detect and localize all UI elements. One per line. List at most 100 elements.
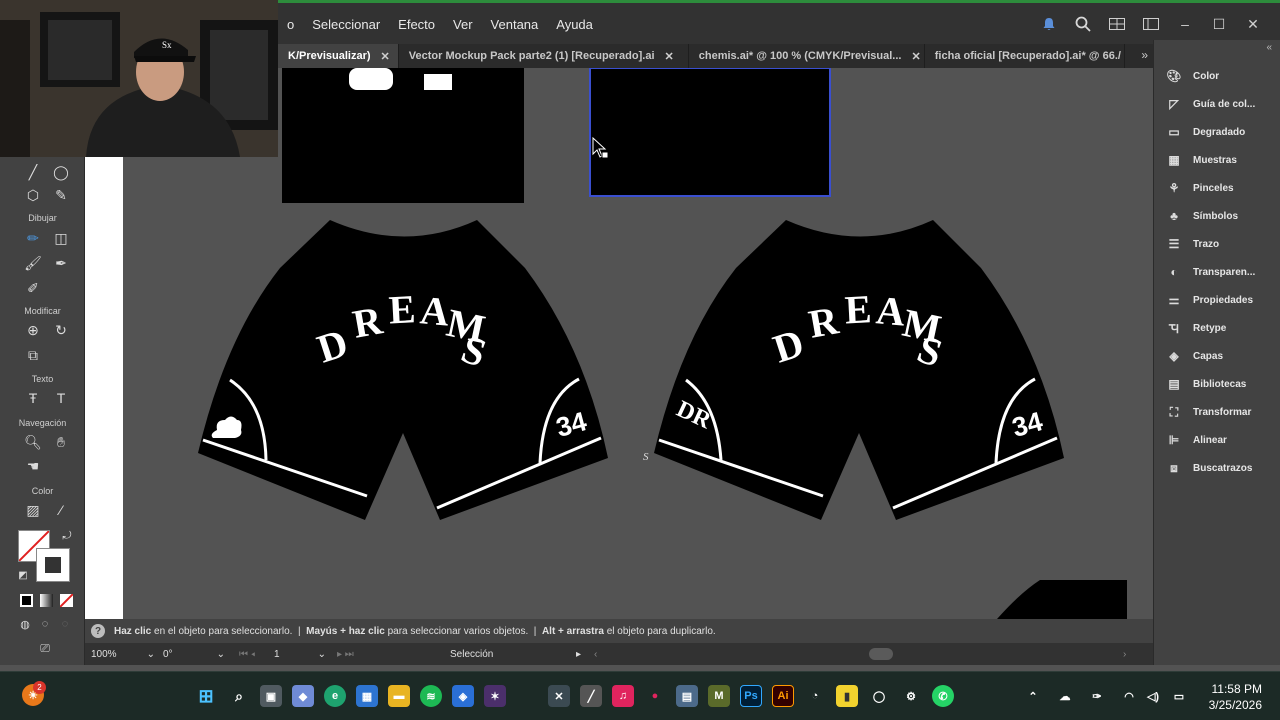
arrange-documents-icon[interactable] — [1104, 13, 1130, 35]
free-transform-icon[interactable]: ⧉ — [22, 344, 44, 366]
eyedropper-icon[interactable]: ⁄ — [50, 499, 72, 521]
workspace-icon[interactable] — [1138, 13, 1164, 35]
edge-icon[interactable]: e — [324, 685, 346, 707]
first-artboard-icon[interactable]: ⏮ ◂ — [239, 647, 255, 661]
zoom-tool-icon[interactable]: 🔍︎ — [22, 431, 44, 453]
app-icon[interactable]: M — [708, 685, 730, 707]
notification-bell-icon[interactable] — [1036, 13, 1062, 35]
swap-fill-stroke-icon[interactable]: ⤾ — [56, 525, 78, 547]
app-icon[interactable]: ✶ — [484, 685, 506, 707]
search-taskbar-icon[interactable]: ⌕ — [228, 685, 250, 707]
menu-window[interactable]: Ventana — [482, 17, 548, 32]
copilot-icon[interactable]: ◆ — [292, 685, 314, 707]
polygon-tool-icon[interactable]: ⬡ — [22, 184, 44, 206]
more-tabs-icon[interactable]: » — [1141, 48, 1148, 62]
store-icon[interactable]: ▦ — [356, 685, 378, 707]
draw-normal-icon[interactable]: ◍ — [14, 613, 36, 635]
panel-libraries[interactable]: ▤ Bibliotecas — [1164, 374, 1246, 394]
artboard-dropdown[interactable]: 1 ⌄ — [274, 647, 326, 661]
draw-behind-icon[interactable]: ◌ — [34, 613, 56, 635]
scroll-right-icon[interactable]: › — [1123, 647, 1126, 661]
battery-icon[interactable]: ▭ — [1168, 685, 1190, 707]
panel-swatches[interactable]: ▦ Muestras — [1164, 150, 1237, 170]
settings-icon[interactable]: ⚙ — [900, 685, 922, 707]
app-icon[interactable]: ✕ — [548, 685, 570, 707]
panel-transform[interactable]: ⛶ Transformar — [1164, 402, 1252, 422]
close-tab-icon[interactable]: ✕ — [911, 50, 920, 63]
paintbrush-tool-icon[interactable]: 🖌 — [22, 252, 44, 274]
cloud-icon[interactable]: ☁ — [1054, 685, 1076, 707]
shield-icon[interactable]: ◈ — [452, 685, 474, 707]
panel-stroke[interactable]: ☰ Trazo — [1164, 234, 1220, 254]
maximize-icon[interactable]: ☐ — [1206, 13, 1232, 35]
illustrator-icon[interactable]: Ai — [772, 685, 794, 707]
blob-brush-icon[interactable]: ✎ — [50, 184, 72, 206]
tab-document-2[interactable]: Vector Mockup Pack parte2 (1) [Recuperad… — [399, 44, 689, 68]
clock[interactable]: 11:58 PM 3/25/2026 — [1209, 681, 1262, 713]
music-icon[interactable]: ♫ — [612, 685, 634, 707]
panel-color-guide[interactable]: ◸ Guía de col... — [1164, 94, 1255, 114]
last-artboard-icon[interactable]: ▸ ⏭ — [337, 647, 354, 661]
draw-inside-icon[interactable]: ◌ — [54, 613, 76, 635]
collapse-panels-icon[interactable]: « — [1266, 42, 1272, 53]
hand-tool-icon[interactable]: ✋︎ — [50, 431, 72, 453]
tab-document-3[interactable]: chemis.ai* @ 100 % (CMYK/Previsual... ✕ — [689, 44, 925, 68]
pen-icon[interactable]: ✑ — [1086, 685, 1108, 707]
task-view-icon[interactable]: ▣ — [260, 685, 282, 707]
volume-icon[interactable]: ◁) — [1142, 685, 1164, 707]
close-tab-icon[interactable]: ✕ — [665, 50, 674, 63]
screen-mode-icon[interactable]: ⎚ — [34, 637, 56, 659]
help-icon[interactable]: ? — [91, 624, 105, 638]
gradient-mode-icon[interactable] — [40, 594, 53, 607]
app-icon[interactable]: ◔ — [804, 685, 826, 707]
rotation-dropdown[interactable]: 0° ⌄ — [163, 647, 225, 661]
start-icon[interactable]: ⊞ — [195, 685, 217, 707]
color-mode-icon[interactable] — [20, 594, 33, 607]
status-arrow-icon[interactable]: ▸ — [576, 647, 581, 661]
panel-gradient[interactable]: ▭ Degradado — [1164, 122, 1245, 142]
panel-properties[interactable]: ⚌ Propiedades — [1164, 290, 1253, 310]
spotify-icon[interactable]: ≋ — [420, 685, 442, 707]
zoom-dropdown[interactable]: 100% ⌄ — [91, 647, 155, 661]
line-tool-icon[interactable]: ╱ — [22, 161, 44, 183]
menu-select[interactable]: Seleccionar — [303, 17, 389, 32]
gradient-tool-icon[interactable]: ▨ — [22, 499, 44, 521]
photoshop-icon[interactable]: Ps — [740, 685, 762, 707]
anchor-tool-icon[interactable]: ✐ — [22, 277, 44, 299]
minimize-icon[interactable]: – — [1172, 13, 1198, 35]
menu-view[interactable]: Ver — [444, 17, 482, 32]
close-tab-icon[interactable]: ✕ — [381, 50, 390, 63]
scroll-left-icon[interactable]: ‹ — [594, 647, 597, 661]
sticky-notes-icon[interactable]: ▮ — [836, 685, 858, 707]
app-icon[interactable]: ▤ — [676, 685, 698, 707]
menu-effect[interactable]: Efecto — [389, 17, 444, 32]
type-tool-icon[interactable]: T — [50, 387, 72, 409]
eraser-tool-icon[interactable]: ◫ — [50, 227, 72, 249]
shape-builder-icon[interactable]: ⊕ — [22, 319, 44, 341]
panel-layers[interactable]: ◈ Capas — [1164, 346, 1223, 366]
whatsapp-icon[interactable]: ✆ — [932, 685, 954, 707]
tab-document-1[interactable]: K/Previsualizar) ✕ — [278, 44, 399, 68]
default-colors-icon[interactable]: ◩ — [12, 564, 34, 586]
file-explorer-icon[interactable]: ▬ — [388, 685, 410, 707]
none-mode-icon[interactable] — [59, 593, 74, 608]
panel-transparency[interactable]: ◐ Transparen... — [1164, 262, 1255, 282]
panel-color[interactable]: 🎨︎ Color — [1164, 66, 1219, 86]
chevron-up-icon[interactable]: ⌃ — [1022, 685, 1044, 707]
app-icon[interactable]: ● — [644, 685, 666, 707]
panel-align[interactable]: ⊫ Alinear — [1164, 430, 1227, 450]
tab-document-4[interactable]: ficha oficial [Recuperado].ai* @ 66./ — [925, 44, 1125, 68]
rotate-view-icon[interactable]: ☚ — [22, 455, 44, 477]
ellipse-tool-icon[interactable]: ◯ — [50, 161, 72, 183]
panel-retype[interactable]: Ꚓ Retype — [1164, 318, 1226, 338]
app-icon[interactable]: ◯ — [868, 685, 890, 707]
horizontal-scrollbar[interactable] — [869, 648, 893, 660]
pen-tool-icon[interactable]: ✒ — [50, 252, 72, 274]
search-icon[interactable] — [1070, 13, 1096, 35]
panel-symbols[interactable]: ♣ Símbolos — [1164, 206, 1238, 226]
type-on-path-icon[interactable]: Ŧ — [22, 387, 44, 409]
panel-brushes[interactable]: ⚘ Pinceles — [1164, 178, 1234, 198]
stroke-swatch[interactable] — [36, 548, 70, 582]
menu-object[interactable]: o — [278, 17, 303, 32]
menu-help[interactable]: Ayuda — [547, 17, 602, 32]
